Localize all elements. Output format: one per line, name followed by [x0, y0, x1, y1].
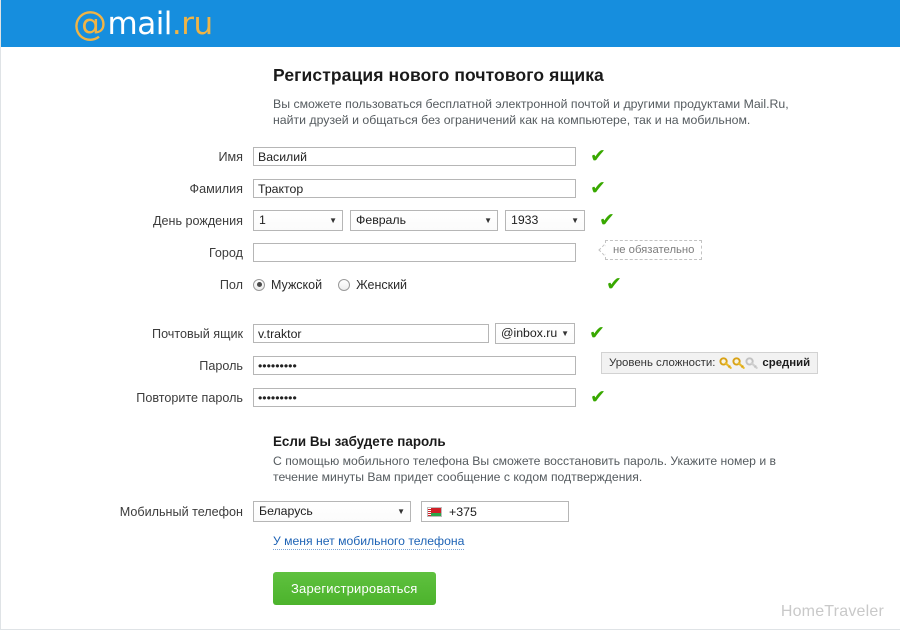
- top-header-bar: @ mail. ru: [1, 0, 900, 47]
- password-repeat-input[interactable]: [253, 388, 576, 407]
- logo-text-mail: mail: [107, 6, 173, 42]
- watermark-label: HomeTraveler: [780, 603, 884, 620]
- row-city: Город не обязательно: [1, 240, 900, 263]
- password-strength-indicator: Уровень сложности: средний: [601, 352, 819, 374]
- row-mailbox: Почтовый ящик @inbox.ru ▼ ✔: [1, 323, 900, 344]
- phone-country-value: Беларусь: [259, 504, 313, 518]
- label-first-name: Имя: [218, 149, 243, 164]
- password-strength-label: Уровень сложности:: [609, 357, 716, 369]
- label-gender: Пол: [219, 277, 243, 292]
- password-strength-level: средний: [762, 357, 811, 369]
- belarus-flag-icon: [427, 506, 442, 517]
- registration-content: Регистрация нового почтового ящика Вы см…: [1, 47, 900, 605]
- page-title: Регистрация нового почтового ящика: [273, 65, 604, 85]
- row-first-name: Имя ✔: [1, 146, 900, 167]
- chevron-down-icon: ▼: [571, 216, 579, 225]
- logo-text-dot: .: [171, 6, 182, 42]
- at-sign-icon: @: [73, 4, 107, 44]
- birth-day-value: 1: [259, 213, 266, 227]
- submit-row: Зарегистрироваться: [273, 572, 900, 605]
- valid-check-icon-first-name: ✔: [590, 145, 606, 167]
- password-strength-keys: [719, 356, 759, 370]
- row-last-name: Фамилия ✔: [1, 178, 900, 199]
- gender-option-female-label: Женский: [356, 277, 408, 292]
- key-icon-empty: [745, 356, 759, 370]
- city-optional-hint: не обязательно: [605, 240, 703, 260]
- gender-option-female[interactable]: Женский: [338, 278, 407, 292]
- mailbox-domain-select[interactable]: @inbox.ru ▼: [495, 323, 575, 344]
- row-mobile-phone: Мобильный телефон Беларусь ▼ +375: [1, 501, 900, 522]
- radio-selected-icon: [253, 278, 265, 291]
- valid-check-icon-mailbox: ✔: [589, 322, 605, 344]
- label-birthday: День рождения: [152, 213, 243, 228]
- mailru-logo[interactable]: @ mail. ru: [73, 5, 213, 43]
- password-input[interactable]: [253, 356, 576, 375]
- phone-country-code: +375: [449, 504, 477, 519]
- birth-year-value: 1933: [511, 213, 539, 227]
- first-name-input[interactable]: [253, 147, 576, 166]
- chevron-down-icon: ▼: [484, 216, 492, 225]
- registration-form: Имя ✔ Фамилия ✔ День рождения 1 ▼ Феврал…: [1, 146, 900, 408]
- row-birthday: День рождения 1 ▼ Февраль ▼ 1933 ▼ ✔: [1, 210, 900, 231]
- gender-option-male[interactable]: Мужской: [253, 278, 322, 292]
- register-submit-button[interactable]: Зарегистрироваться: [273, 572, 436, 605]
- chevron-down-icon: ▼: [397, 507, 405, 516]
- birth-day-select[interactable]: 1 ▼: [253, 210, 343, 231]
- label-city: Город: [208, 245, 243, 260]
- city-input[interactable]: [253, 243, 576, 262]
- phone-number-input[interactable]: +375: [421, 501, 569, 522]
- radio-unselected-icon: [338, 278, 351, 291]
- key-icon-filled: [719, 356, 733, 370]
- recovery-section-title: Если Вы забудете пароль: [273, 434, 446, 449]
- no-mobile-phone-link[interactable]: У меня нет мобильного телефона: [273, 534, 465, 550]
- page-subtitle: Вы сможете пользоваться бесплатной элект…: [273, 97, 789, 127]
- row-password-repeat: Повторите пароль ✔: [1, 387, 900, 408]
- phone-country-select[interactable]: Беларусь ▼: [253, 501, 411, 522]
- birth-year-select[interactable]: 1933 ▼: [505, 210, 585, 231]
- last-name-input[interactable]: [253, 179, 576, 198]
- recovery-section-text: С помощью мобильного телефона Вы сможете…: [273, 454, 776, 484]
- valid-check-icon-birthday: ✔: [599, 209, 615, 231]
- birth-month-select[interactable]: Февраль ▼: [350, 210, 498, 231]
- gender-radio-group: Мужской Женский: [253, 278, 423, 292]
- row-password: Пароль Уровень сложности:: [1, 352, 900, 376]
- birth-month-value: Февраль: [356, 213, 406, 227]
- valid-check-icon-gender: ✔: [606, 273, 622, 295]
- chevron-down-icon: ▼: [329, 216, 337, 225]
- valid-check-icon-password-repeat: ✔: [590, 386, 606, 408]
- label-last-name: Фамилия: [189, 181, 243, 196]
- no-phone-link-row: У меня нет мобильного телефона: [273, 533, 900, 550]
- label-mailbox: Почтовый ящик: [152, 326, 243, 341]
- chevron-down-icon: ▼: [561, 329, 569, 338]
- label-password-repeat: Повторите пароль: [136, 390, 243, 405]
- mailbox-domain-value: @inbox.ru: [501, 326, 558, 340]
- logo-text-ru: ru: [181, 6, 213, 42]
- label-password: Пароль: [199, 358, 243, 373]
- row-gender: Пол Мужской Женский ✔: [1, 274, 900, 295]
- mailbox-input[interactable]: [253, 324, 489, 343]
- gender-option-male-label: Мужской: [271, 277, 323, 292]
- valid-check-icon-last-name: ✔: [590, 177, 606, 199]
- key-icon-filled: [732, 356, 746, 370]
- label-mobile-phone: Мобильный телефон: [119, 504, 243, 519]
